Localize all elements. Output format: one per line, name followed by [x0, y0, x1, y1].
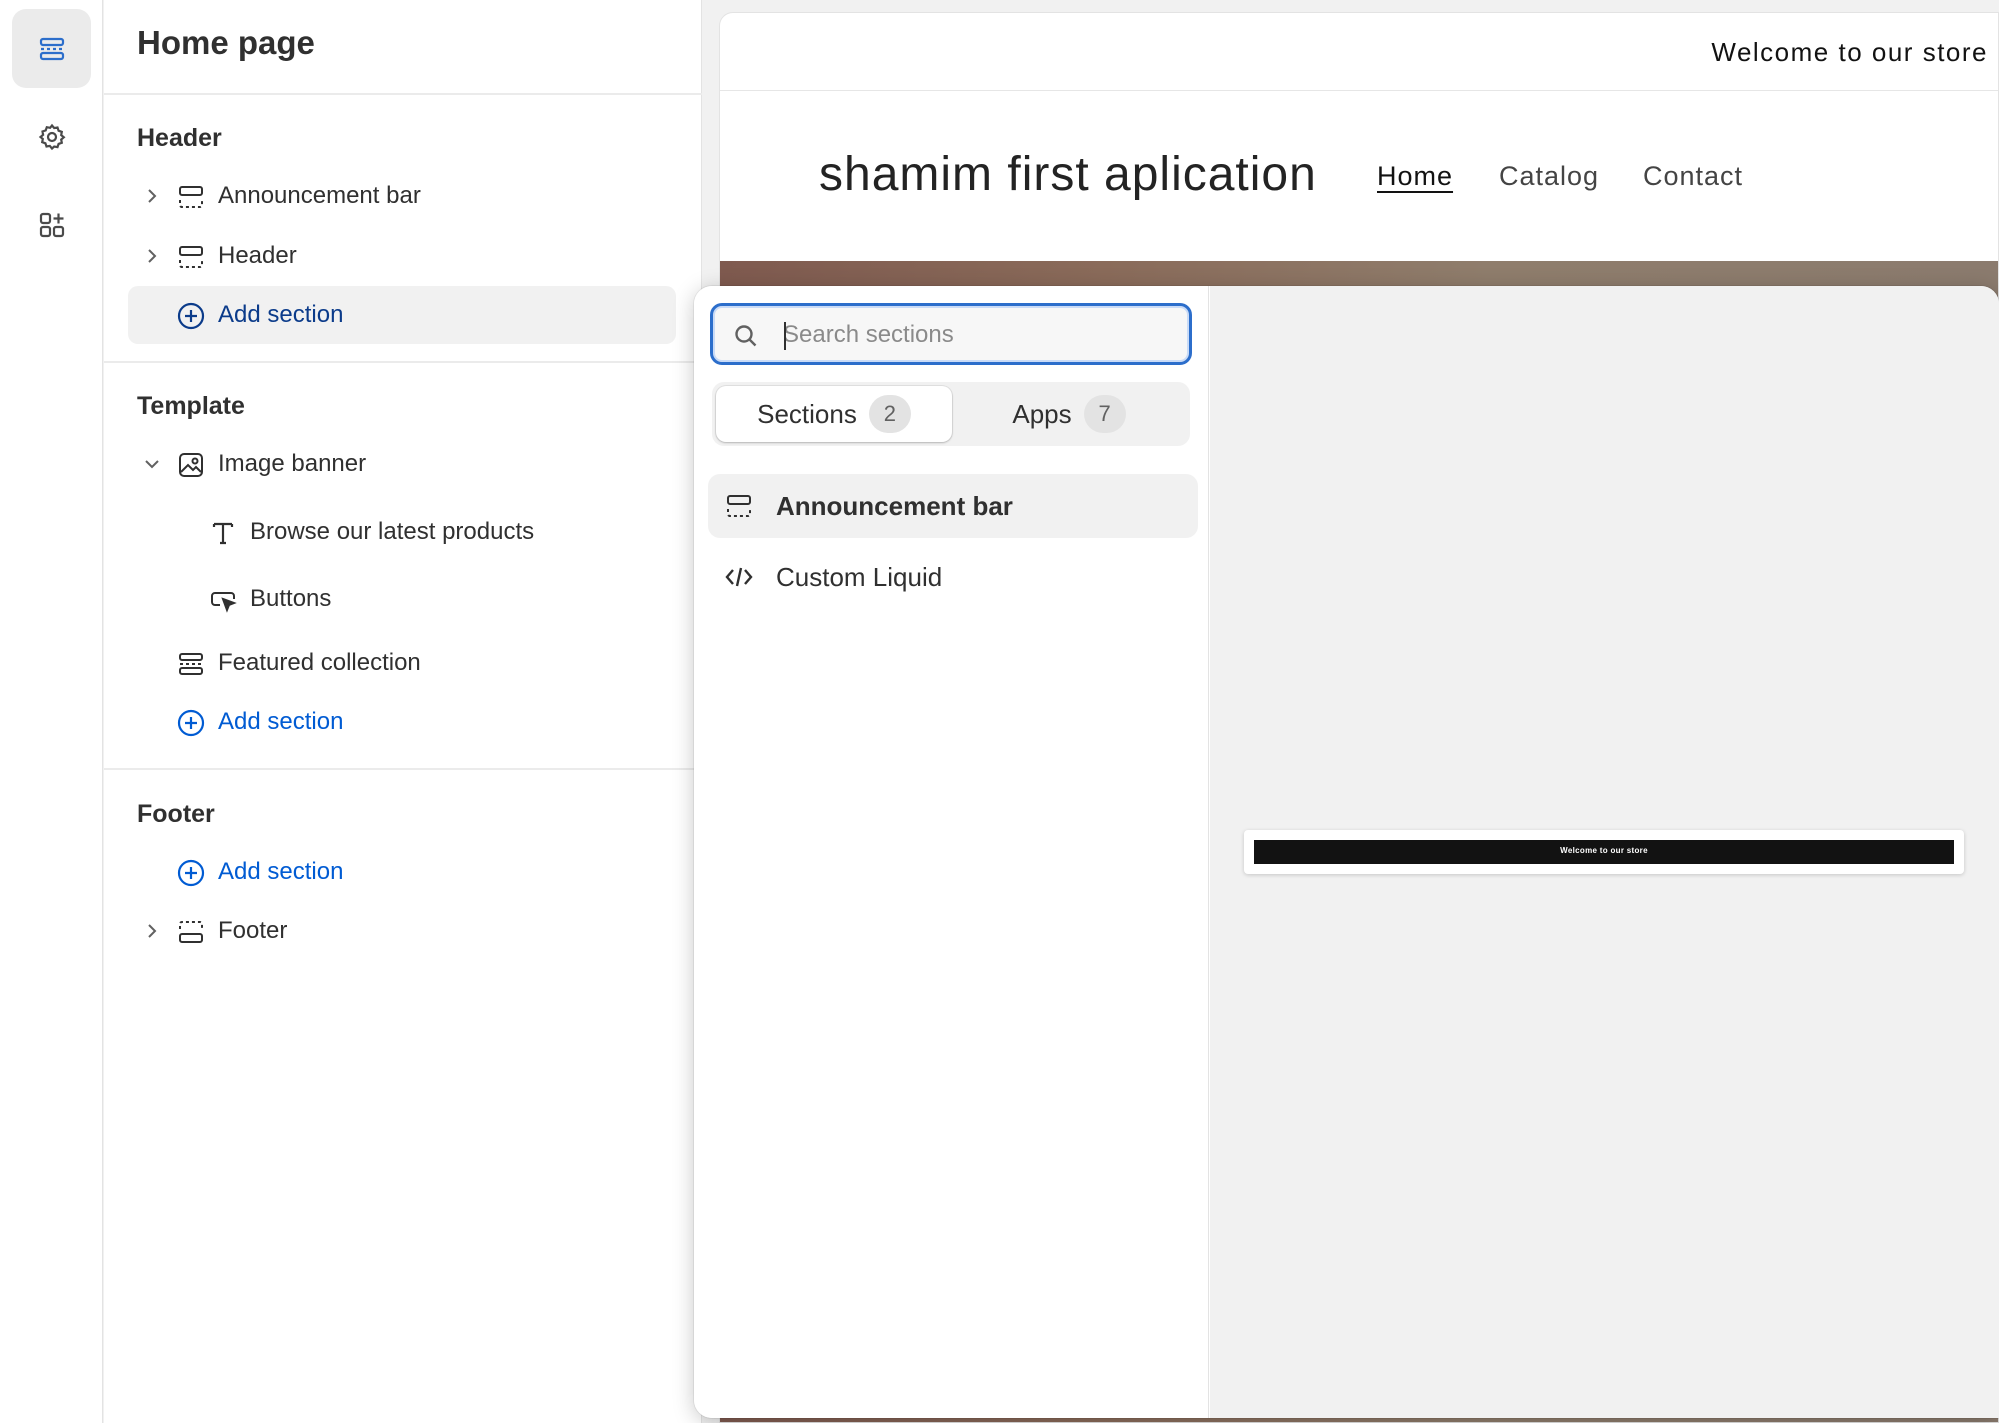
picker-item-announcement-bar[interactable]: Announcement bar	[708, 474, 1198, 538]
plus-circle-icon	[177, 709, 205, 737]
tree-item-buttons-block[interactable]: Buttons	[128, 570, 676, 628]
section-icon	[179, 186, 203, 208]
plus-circle-icon	[177, 302, 205, 330]
tab-sections[interactable]: Sections 2	[716, 386, 952, 442]
tree-item-label: Browse our latest products	[250, 518, 535, 545]
picker-item-custom-liquid[interactable]: Custom Liquid	[708, 545, 1198, 609]
section-icon	[179, 246, 203, 268]
chevron-down-icon[interactable]	[141, 453, 163, 475]
gear-icon	[38, 123, 66, 150]
search-icon	[735, 325, 757, 347]
picker-item-label: Custom Liquid	[776, 562, 943, 592]
text-caret	[784, 322, 786, 350]
tree-item-footer[interactable]: Footer	[128, 902, 676, 960]
tree-item-label: Image banner	[218, 450, 367, 477]
section-icon	[179, 653, 203, 675]
picker-tabs: Sections 2 Apps 7	[712, 382, 1190, 446]
sections-icon	[39, 37, 64, 60]
text-icon	[212, 522, 234, 545]
search-field[interactable]	[710, 303, 1192, 365]
store-name[interactable]: shamim first aplication	[819, 147, 1317, 202]
settings-rail-button[interactable]	[12, 97, 91, 176]
nav-link-home[interactable]: Home	[1377, 161, 1453, 192]
tab-apps[interactable]: Apps 7	[952, 386, 1186, 442]
nav-link-contact[interactable]: Contact	[1643, 161, 1743, 192]
tree-item-text-block[interactable]: Browse our latest products	[128, 503, 676, 561]
tree-item-label: Buttons	[250, 585, 332, 612]
tree-item-image-banner[interactable]: Image banner	[128, 435, 676, 493]
tree-item-label: Featured collection	[218, 649, 421, 676]
add-section-button-header[interactable]: Add section	[128, 286, 676, 344]
picker-item-label: Announcement bar	[776, 491, 1013, 521]
add-section-label: Add section	[218, 301, 344, 328]
tree-item-announcement-bar[interactable]: Announcement bar	[128, 167, 676, 225]
tree-item-label: Header	[218, 242, 297, 269]
divider	[104, 361, 702, 363]
count-badge: 2	[868, 395, 911, 433]
section-picker-list: Sections 2 Apps 7 Announcement bar Custo…	[694, 286, 1209, 1418]
chevron-right-icon[interactable]	[141, 185, 163, 207]
button-icon	[211, 592, 237, 613]
code-icon	[725, 567, 753, 587]
section-preview-thumbnail: Welcome to our store	[1244, 830, 1964, 874]
thumbnail-announcement-bar: Welcome to our store	[1254, 840, 1954, 864]
section-icon	[727, 495, 751, 517]
template-group-title: Template	[137, 392, 245, 420]
footer-group-title: Footer	[137, 800, 215, 828]
add-section-popover: Sections 2 Apps 7 Announcement bar Custo…	[694, 286, 1999, 1418]
chevron-right-icon[interactable]	[141, 920, 163, 942]
search-input[interactable]	[783, 316, 1183, 354]
footer-icon	[179, 921, 203, 943]
tree-item-label: Footer	[218, 917, 288, 944]
page-title: Home page	[137, 24, 315, 61]
announcement-text: Welcome to our store	[1711, 37, 1988, 67]
add-section-label: Add section	[218, 858, 344, 885]
add-section-label: Add section	[218, 708, 344, 735]
thumbnail-text: Welcome to our store	[1560, 846, 1648, 855]
header-group-title: Header	[137, 124, 222, 152]
apps-icon	[39, 212, 64, 237]
sections-rail-button[interactable]	[12, 9, 91, 88]
add-section-button-footer[interactable]: Add section	[128, 843, 676, 901]
tree-item-featured-collection[interactable]: Featured collection	[128, 634, 676, 692]
apps-rail-button[interactable]	[12, 185, 91, 264]
add-section-button-template[interactable]: Add section	[128, 693, 676, 751]
section-preview-pane: Welcome to our store	[1210, 286, 1999, 1418]
icon-rail	[0, 0, 103, 1423]
image-icon	[179, 453, 203, 477]
preview-announcement-bar[interactable]: Welcome to our store	[720, 13, 1998, 91]
nav-link-catalog[interactable]: Catalog	[1499, 161, 1599, 192]
tree-item-header[interactable]: Header	[128, 227, 676, 285]
tab-label: Apps	[1012, 398, 1072, 429]
plus-circle-icon	[177, 859, 205, 887]
count-badge: 7	[1083, 395, 1126, 433]
tree-item-label: Announcement bar	[218, 182, 421, 209]
divider	[104, 93, 702, 95]
divider	[104, 768, 702, 770]
chevron-right-icon[interactable]	[141, 245, 163, 267]
section-sidebar: Home page Header Announcement bar Header…	[104, 0, 702, 1423]
tab-label: Sections	[757, 398, 857, 429]
